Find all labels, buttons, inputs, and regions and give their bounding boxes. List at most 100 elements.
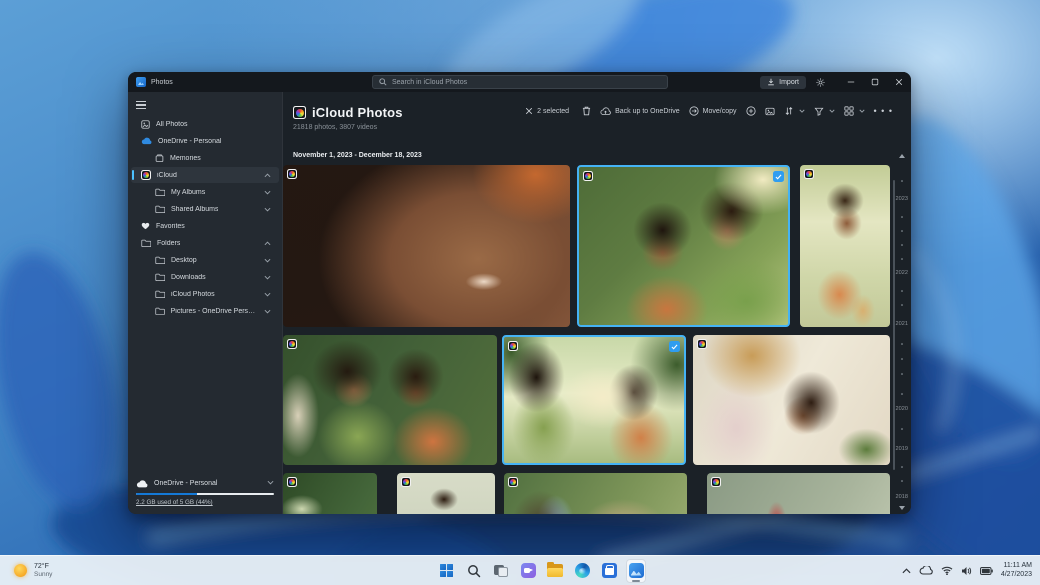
selected-checkbox[interactable] bbox=[669, 341, 680, 352]
timeline-down-arrow-icon[interactable] bbox=[899, 506, 905, 510]
edge-browser-button[interactable] bbox=[572, 559, 592, 583]
grid-icon bbox=[844, 106, 854, 116]
timeline-year[interactable]: 2020 bbox=[896, 406, 908, 412]
close-button[interactable] bbox=[887, 72, 911, 92]
icloud-badge-icon bbox=[508, 341, 518, 351]
cloud-upload-icon bbox=[600, 107, 611, 116]
chevron-down-icon bbox=[829, 109, 835, 113]
backup-to-onedrive-button[interactable]: Back up to OneDrive bbox=[600, 107, 680, 116]
start-button[interactable] bbox=[437, 559, 457, 583]
chat-button[interactable] bbox=[518, 559, 538, 583]
maximize-button[interactable] bbox=[863, 72, 887, 92]
chevron-down-icon bbox=[859, 109, 865, 113]
sidebar-item-label: Folders bbox=[157, 240, 180, 247]
sidebar-item-my-albums[interactable]: My Albums bbox=[131, 184, 279, 200]
sidebar-item-icloud[interactable]: iCloud bbox=[131, 167, 279, 183]
task-view-button[interactable] bbox=[491, 559, 511, 583]
selected-checkbox[interactable] bbox=[773, 171, 784, 182]
sidebar-item-label: iCloud Photos bbox=[171, 291, 215, 298]
icloud-badge-icon bbox=[711, 477, 721, 487]
photo-thumbnail[interactable] bbox=[693, 335, 890, 465]
microsoft-store-button[interactable] bbox=[599, 559, 619, 583]
delete-button[interactable] bbox=[582, 106, 591, 116]
shared-albums-icon bbox=[155, 205, 165, 213]
sun-icon bbox=[14, 564, 27, 577]
trash-icon bbox=[582, 106, 591, 116]
sort-button[interactable] bbox=[784, 106, 805, 116]
photos-icon bbox=[629, 563, 644, 578]
minimize-button[interactable] bbox=[839, 72, 863, 92]
speaker-icon[interactable] bbox=[961, 566, 972, 576]
slideshow-button[interactable] bbox=[765, 107, 775, 116]
store-icon bbox=[602, 563, 617, 578]
more-options-button[interactable]: • • • bbox=[874, 107, 893, 115]
sidebar-item-label: Pictures - OneDrive Personal bbox=[171, 308, 258, 315]
hidden-icons-chevron-icon[interactable] bbox=[902, 568, 911, 574]
sidebar-item-pictures-onedrive[interactable]: Pictures - OneDrive Personal bbox=[131, 303, 279, 319]
photo-thumbnail[interactable] bbox=[504, 473, 687, 514]
onedrive-tray-icon[interactable] bbox=[919, 566, 933, 575]
taskbar-search-button[interactable] bbox=[464, 559, 484, 583]
photo-thumbnail-selected[interactable] bbox=[577, 165, 790, 327]
sidebar-item-memories[interactable]: Memories bbox=[131, 150, 279, 166]
chevron-down-icon[interactable] bbox=[267, 480, 274, 487]
folder-icon bbox=[155, 256, 165, 264]
sidebar-item-label: Shared Albums bbox=[171, 206, 218, 213]
photo-thumbnail[interactable] bbox=[397, 473, 495, 514]
app-identity: Photos bbox=[128, 77, 173, 87]
photo-thumbnail[interactable] bbox=[800, 165, 890, 327]
filter-button[interactable] bbox=[814, 107, 835, 116]
filter-funnel-icon bbox=[814, 107, 824, 116]
timeline-up-arrow-icon[interactable] bbox=[899, 154, 905, 158]
icloud-badge-icon bbox=[401, 477, 411, 487]
taskbar-weather-widget[interactable]: 72°F Sunny bbox=[14, 563, 52, 579]
sidebar: All Photos OneDrive - Personal Me bbox=[128, 92, 283, 514]
chevron-down-icon bbox=[799, 109, 805, 113]
chevron-down-icon bbox=[264, 309, 271, 314]
photo-thumbnail[interactable] bbox=[283, 473, 377, 514]
timeline-scrubber[interactable]: 2023 2022 2021 2020 2019 bbox=[893, 92, 909, 514]
wifi-icon[interactable] bbox=[941, 566, 953, 575]
menu-hamburger-icon[interactable] bbox=[136, 98, 158, 112]
add-to-album-button[interactable] bbox=[746, 106, 756, 116]
chevron-down-icon bbox=[264, 207, 271, 212]
photo-thumbnail[interactable] bbox=[283, 165, 570, 327]
settings-gear-icon[interactable] bbox=[816, 78, 825, 87]
sidebar-item-shared-albums[interactable]: Shared Albums bbox=[131, 201, 279, 217]
sidebar-item-onedrive-personal[interactable]: OneDrive - Personal bbox=[131, 133, 279, 149]
move-copy-button[interactable]: Move/copy bbox=[689, 106, 737, 116]
timeline-year[interactable]: 2018 bbox=[896, 494, 908, 500]
sidebar-item-downloads[interactable]: Downloads bbox=[131, 269, 279, 285]
taskbar-clock[interactable]: 11:11 AM 4/27/2023 bbox=[1001, 562, 1032, 579]
edge-icon bbox=[575, 563, 590, 578]
search-input[interactable]: Search in iCloud Photos bbox=[372, 75, 668, 89]
zoom-grid-button[interactable] bbox=[844, 106, 865, 116]
sidebar-nav: All Photos OneDrive - Personal Me bbox=[128, 116, 282, 474]
image-icon bbox=[765, 107, 775, 116]
photos-app-taskbar-button[interactable] bbox=[626, 559, 646, 583]
timeline-year[interactable]: 2023 bbox=[896, 196, 908, 202]
timeline-year[interactable]: 2019 bbox=[896, 446, 908, 452]
sidebar-item-all-photos[interactable]: All Photos bbox=[131, 116, 279, 132]
timeline-year[interactable]: 2022 bbox=[896, 270, 908, 276]
sidebar-item-favorites[interactable]: Favorites bbox=[131, 218, 279, 234]
chat-icon bbox=[521, 563, 536, 578]
battery-icon[interactable] bbox=[980, 567, 993, 575]
photo-thumbnail[interactable] bbox=[283, 335, 497, 465]
sort-icon bbox=[784, 106, 794, 116]
import-button[interactable]: Import bbox=[760, 76, 806, 89]
sidebar-item-folders[interactable]: Folders bbox=[131, 235, 279, 251]
storage-usage-link[interactable]: 2.2 GB used of 5 GB (44%) bbox=[136, 499, 274, 506]
sidebar-item-icloud-photos[interactable]: iCloud Photos bbox=[131, 286, 279, 302]
search-placeholder: Search in iCloud Photos bbox=[392, 79, 467, 86]
file-explorer-button[interactable] bbox=[545, 559, 565, 583]
icloud-badge-icon bbox=[287, 477, 297, 487]
photo-thumbnail[interactable] bbox=[707, 473, 890, 514]
sidebar-item-desktop[interactable]: Desktop bbox=[131, 252, 279, 268]
photo-thumbnail-selected[interactable] bbox=[502, 335, 686, 465]
storage-progress-fill bbox=[136, 493, 197, 496]
timeline-year[interactable]: 2021 bbox=[896, 321, 908, 327]
clear-selection-button[interactable]: 2 selected bbox=[525, 107, 569, 115]
titlebar-controls: Import bbox=[760, 72, 911, 92]
all-photos-icon bbox=[141, 120, 150, 129]
